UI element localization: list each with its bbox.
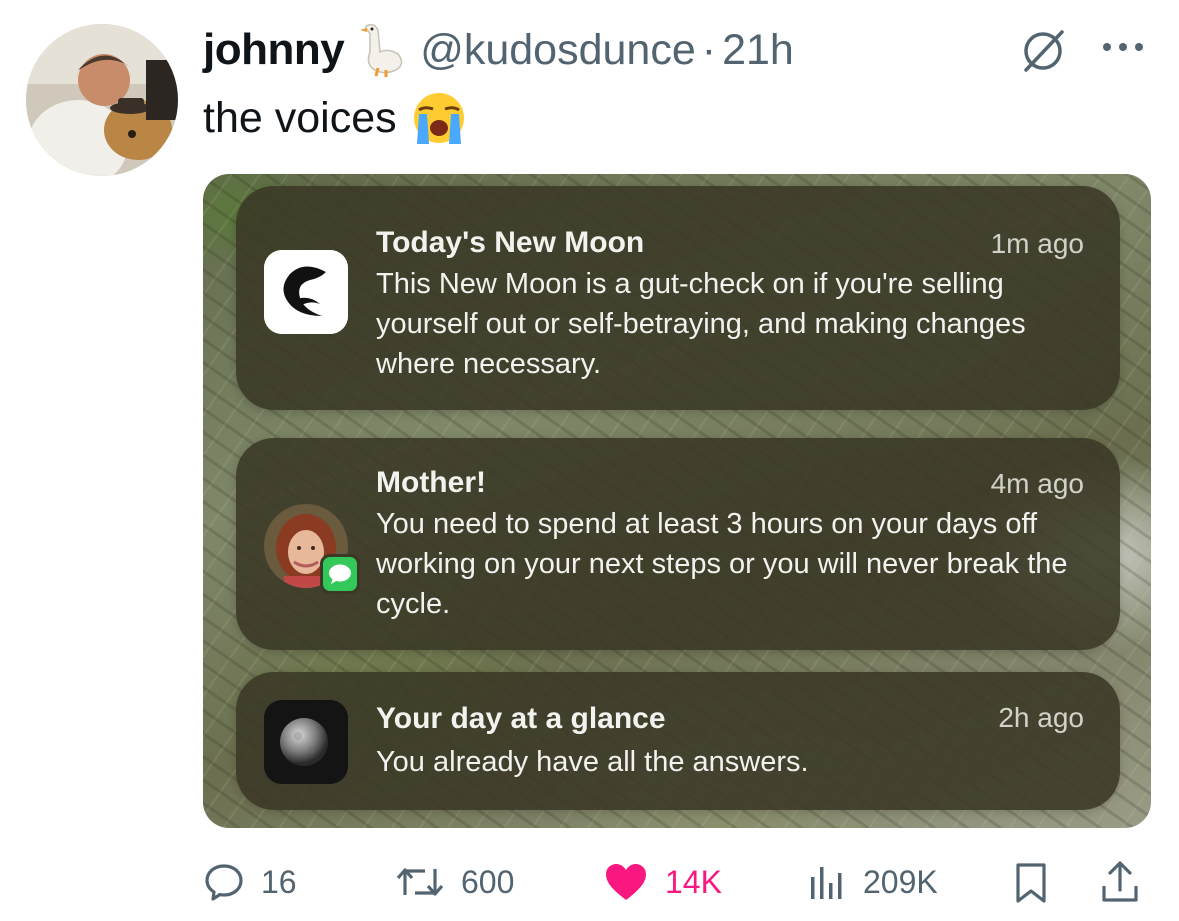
notification-time: 2h ago — [998, 702, 1084, 733]
author-handle[interactable]: @kudosdunce — [420, 26, 696, 75]
notification-title: Today's New Moon — [376, 226, 645, 259]
separator-dot: · — [701, 25, 717, 74]
heart-icon — [606, 864, 646, 900]
grok-icon[interactable] — [1018, 26, 1068, 76]
like-button[interactable]: 14K — [603, 856, 722, 908]
notification-time: 4m ago — [990, 468, 1084, 499]
tweet-text-content: the voices — [203, 93, 397, 142]
bookmark-icon[interactable] — [1013, 862, 1049, 909]
author-name[interactable]: johnny — [203, 25, 345, 75]
notification-body: This New Moon is a gut-check on if you'r… — [376, 268, 1026, 380]
share-icon[interactable] — [1099, 860, 1141, 909]
moon-app-icon — [264, 700, 348, 784]
tweet-timestamp[interactable]: 21h — [722, 26, 794, 75]
more-options-icon[interactable] — [1098, 36, 1148, 58]
view-count: 209K — [863, 863, 938, 900]
screenshot-media[interactable]: Today's New Moon 1m ago This New Moon is… — [203, 174, 1151, 828]
messages-app-icon — [320, 554, 360, 594]
notification-time: 1m ago — [990, 228, 1084, 259]
views-button[interactable]: 209K — [807, 856, 938, 908]
loudly-crying-face-emoji-icon — [411, 90, 467, 146]
reply-count: 16 — [261, 863, 297, 900]
repost-count: 600 — [461, 863, 515, 900]
moon-wave-app-icon — [264, 250, 348, 334]
reply-button[interactable]: 16 — [203, 856, 297, 908]
notification-title: Mother! — [376, 466, 486, 499]
contact-avatar — [264, 504, 360, 594]
author-avatar[interactable] — [26, 24, 178, 176]
notification-title: Your day at a glance — [376, 702, 666, 735]
notification-body: You already have all the answers. — [376, 746, 809, 778]
repost-button[interactable]: 600 — [395, 856, 514, 908]
reply-icon — [205, 864, 243, 901]
notification-body: You need to spend at least 3 hours on yo… — [376, 508, 1068, 620]
views-chart-icon — [811, 867, 842, 899]
tweet-header: johnny @kudosdunce · 21h — [203, 22, 794, 78]
tweet-actions-bar: 16 600 14K 209K — [203, 856, 1149, 908]
goose-emoji-icon — [358, 22, 406, 78]
notification-mother[interactable]: Mother! 4m ago You need to spend at leas… — [236, 438, 1120, 650]
repost-icon — [396, 868, 444, 896]
notification-day-at-a-glance[interactable]: Your day at a glance 2h ago You already … — [236, 672, 1120, 810]
notification-new-moon[interactable]: Today's New Moon 1m ago This New Moon is… — [236, 186, 1120, 410]
like-count: 14K — [665, 863, 722, 900]
tweet-text: the voices — [203, 90, 467, 146]
